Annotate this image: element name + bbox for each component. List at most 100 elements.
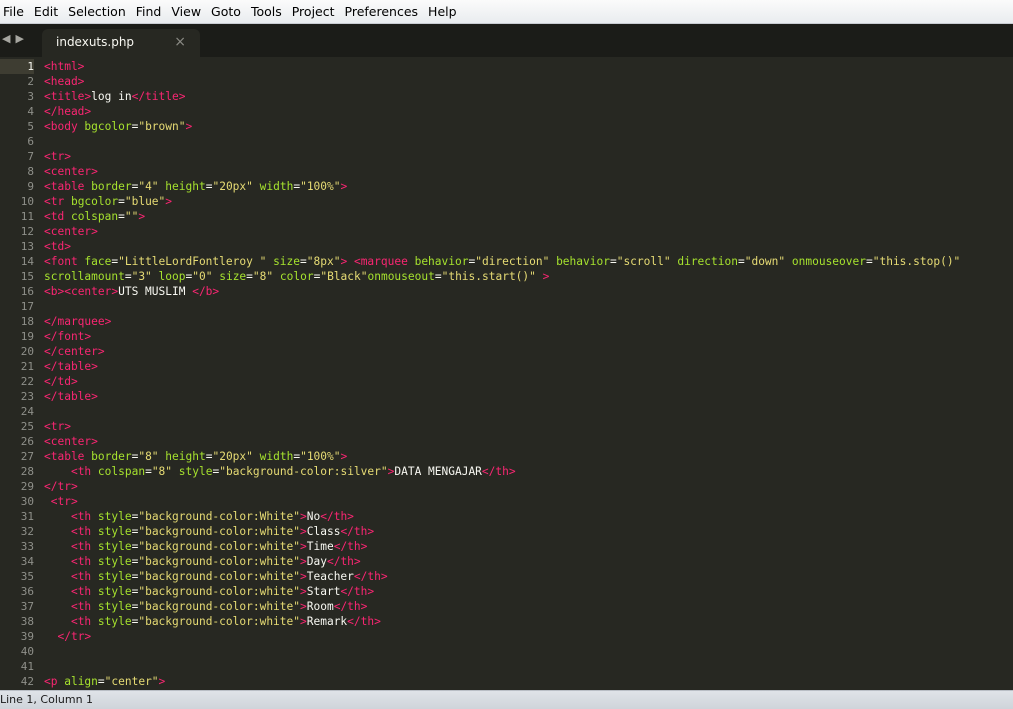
code-line[interactable]: </table> (44, 389, 1013, 404)
code-token: </head> (44, 105, 92, 118)
code-line[interactable]: <th style="background-color:White">No</t… (44, 509, 1013, 524)
code-line[interactable]: <th style="background-color:white">Room<… (44, 599, 1013, 614)
code-line[interactable]: <center> (44, 224, 1013, 239)
tab-nav: ◀ ▶ (2, 32, 24, 45)
menu-selection[interactable]: Selection (63, 0, 131, 24)
menu-preferences[interactable]: Preferences (340, 0, 424, 24)
code-line[interactable]: <th style="background-color:white">Remar… (44, 614, 1013, 629)
code-token: </center> (44, 345, 105, 358)
line-number: 16 (20, 285, 34, 298)
code-token: direction (677, 255, 738, 268)
code-token: style (97, 585, 132, 598)
tab-back-icon[interactable]: ◀ (2, 32, 10, 45)
code-token: </title> (131, 90, 186, 103)
code-line[interactable]: <head> (44, 74, 1013, 89)
code-token: </td> (44, 375, 78, 388)
menu-find[interactable]: Find (131, 0, 167, 24)
code-line[interactable] (44, 134, 1013, 149)
code-line[interactable] (44, 659, 1013, 674)
code-line[interactable]: <font face="LittleLordFontleroy " size="… (44, 254, 1013, 269)
code-token: = (737, 255, 745, 268)
menu-view[interactable]: View (166, 0, 206, 24)
code-line[interactable]: <th colspan="8" style="background-color:… (44, 464, 1013, 479)
code-token: "4" (138, 180, 159, 193)
menu-tools[interactable]: Tools (246, 0, 287, 24)
code-token: width (259, 180, 294, 193)
code-line[interactable]: </td> (44, 374, 1013, 389)
code-token: </th> (353, 570, 388, 583)
menu-edit[interactable]: Edit (29, 0, 63, 24)
code-line[interactable]: <th style="background-color:white">Teach… (44, 569, 1013, 584)
code-token: </th> (333, 540, 368, 553)
code-line[interactable] (44, 404, 1013, 419)
code-line[interactable]: <tr> (44, 419, 1013, 434)
menu-help[interactable]: Help (423, 0, 462, 24)
code-token: > (542, 270, 550, 283)
code-line[interactable]: scrollamount="3" loop="0" size="8" color… (44, 269, 1013, 284)
tab-forward-icon[interactable]: ▶ (15, 32, 23, 45)
code-line[interactable]: <td colspan=""> (44, 209, 1013, 224)
code-line[interactable]: <html> (44, 59, 1013, 74)
code-token: </tr> (57, 630, 92, 643)
line-number: 1 (0, 59, 34, 74)
code-line[interactable]: <body bgcolor="brown"> (44, 119, 1013, 134)
code-token: </font> (44, 330, 92, 343)
code-token: </th> (326, 555, 361, 568)
code-line[interactable] (44, 644, 1013, 659)
code-editor[interactable]: 1 2 3 4 5 6 7 8 9 10 11 12 13 14 15 16 17 18 19 20 21 22 23 24 2… (0, 57, 1013, 690)
code-token: "100%" (300, 450, 341, 463)
code-line[interactable]: <th style="background-color:white">Start… (44, 584, 1013, 599)
line-number: 31 (20, 510, 34, 523)
code-line[interactable]: <table border="8" height="20px" width="1… (44, 449, 1013, 464)
code-token: "background-color:white" (138, 615, 300, 628)
line-number: 6 (27, 135, 34, 148)
code-area[interactable]: <html> <head> <title>log in</title> </head>… (44, 59, 1013, 689)
code-line[interactable]: </table> (44, 359, 1013, 374)
code-token: > (340, 450, 348, 463)
code-line[interactable]: <tr> (44, 149, 1013, 164)
menu-project[interactable]: Project (287, 0, 340, 24)
code-line[interactable]: <p align="center"> (44, 674, 1013, 689)
code-line[interactable]: </head> (44, 104, 1013, 119)
code-line[interactable]: <title>log in</title> (44, 89, 1013, 104)
code-token: No (306, 510, 321, 523)
code-token: align (64, 675, 98, 688)
line-number: 40 (20, 645, 34, 658)
code-line[interactable]: <center> (44, 164, 1013, 179)
code-line[interactable] (44, 299, 1013, 314)
code-line[interactable]: <tr> (44, 494, 1013, 509)
menu-file[interactable]: File (0, 0, 29, 24)
code-token: </b> (192, 285, 220, 298)
code-line[interactable]: </center> (44, 344, 1013, 359)
code-line[interactable]: <th style="background-color:white">Time<… (44, 539, 1013, 554)
code-token: </th> (320, 510, 354, 523)
tab-indexuts-php[interactable]: indexuts.php × (42, 29, 200, 57)
code-line[interactable]: <th style="background-color:white">Class… (44, 524, 1013, 539)
line-number: 5 (27, 120, 34, 133)
code-line[interactable]: <center> (44, 434, 1013, 449)
tab-close-icon[interactable]: × (174, 34, 186, 50)
code-line[interactable]: <th style="background-color:white">Day</… (44, 554, 1013, 569)
code-token: </table> (44, 360, 98, 373)
code-line[interactable]: </marquee> (44, 314, 1013, 329)
menu-goto[interactable]: Goto (206, 0, 246, 24)
code-line[interactable]: </tr> (44, 479, 1013, 494)
code-line[interactable]: </tr> (44, 629, 1013, 644)
code-token: "Black" (320, 270, 368, 283)
code-token: bgcolor (84, 120, 132, 133)
code-line[interactable]: <tr bgcolor="blue"> (44, 194, 1013, 209)
code-token: "background-color:silver" (219, 465, 388, 478)
code-line[interactable]: <td> (44, 239, 1013, 254)
code-line[interactable]: <b><center>UTS MUSLIM </b> (44, 284, 1013, 299)
line-number: 20 (20, 345, 34, 358)
code-line[interactable]: <table border="4" height="20px" width="1… (44, 179, 1013, 194)
code-line[interactable]: </font> (44, 329, 1013, 344)
